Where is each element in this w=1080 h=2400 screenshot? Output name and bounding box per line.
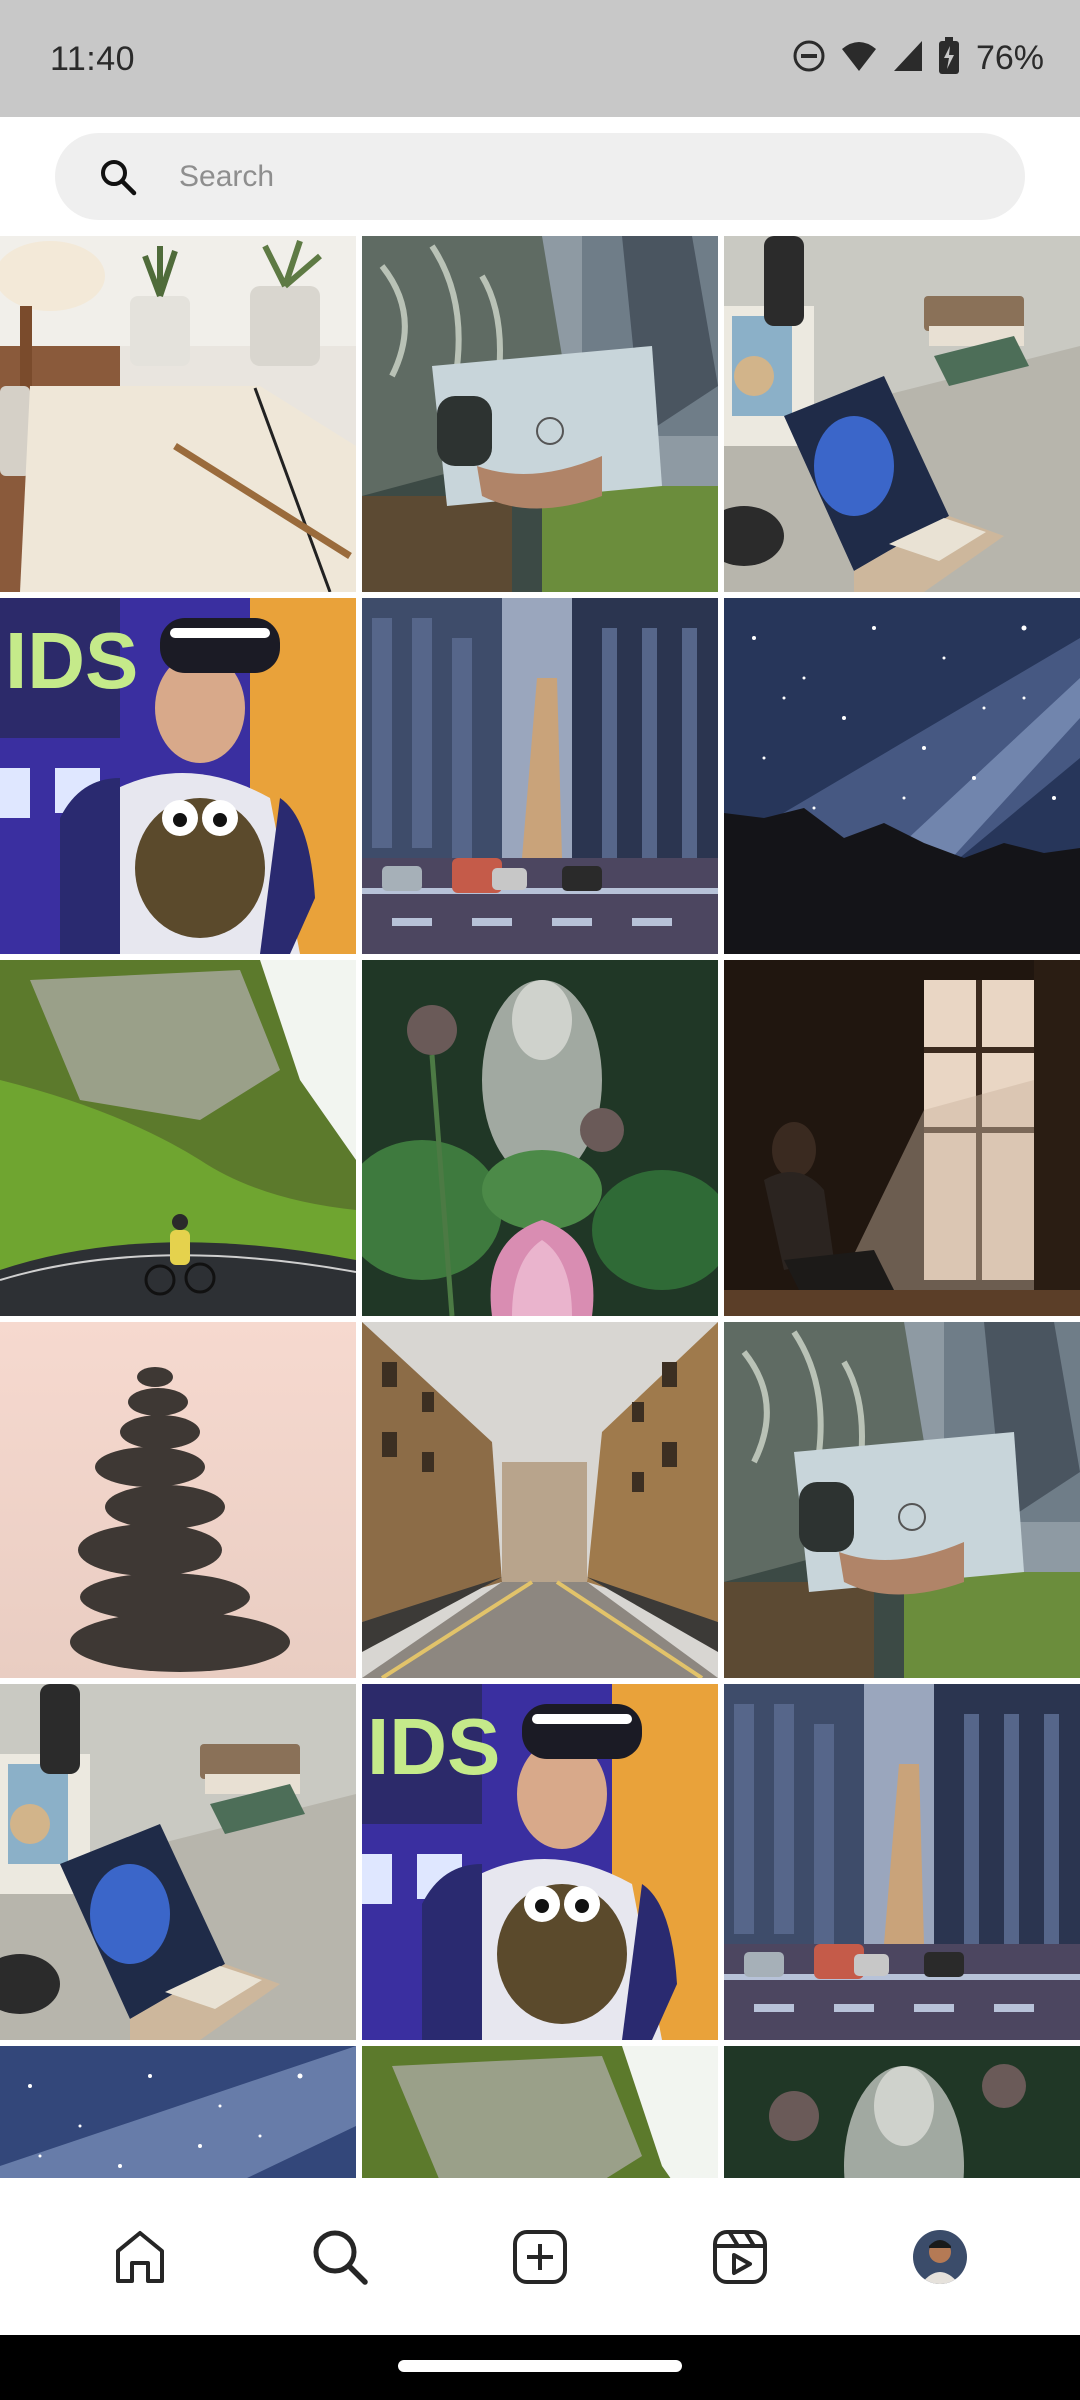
bottom-navigation [0, 2178, 1080, 2335]
photo-vr-headset: IDS [362, 1684, 718, 2040]
grid-tile[interactable] [724, 2046, 1080, 2178]
photo-buddha-lotus [724, 2046, 1080, 2178]
photo-notebook [0, 236, 356, 592]
svg-text:IDS: IDS [367, 1702, 500, 1791]
photo-dell-laptop [362, 236, 718, 592]
home-icon [116, 2230, 164, 2283]
grid-tile[interactable] [0, 236, 356, 592]
grid-tile[interactable] [362, 960, 718, 1316]
cellular-signal-icon [892, 39, 924, 78]
grid-tile[interactable] [362, 1322, 718, 1678]
status-time: 11:40 [50, 40, 136, 78]
search-input[interactable] [179, 159, 959, 194]
photo-vr-headset: IDS [0, 598, 356, 954]
svg-text:IDS: IDS [5, 616, 138, 705]
grid-tile[interactable] [724, 598, 1080, 954]
grid-tile[interactable] [724, 960, 1080, 1316]
photo-milky-way [0, 2046, 356, 2178]
battery-percent: 76% [975, 38, 1044, 77]
grid-tile[interactable] [362, 236, 718, 592]
grid-tile[interactable] [724, 1684, 1080, 2040]
photo-green-cliffs [362, 2046, 718, 2178]
create-post-icon [513, 2229, 567, 2284]
grid-tile[interactable] [362, 598, 718, 954]
nav-search[interactable] [300, 2217, 380, 2297]
profile-avatar [913, 2229, 967, 2284]
nav-create[interactable] [500, 2217, 580, 2297]
battery-charging-icon [938, 36, 960, 80]
grid-tile[interactable] [724, 1322, 1080, 1678]
status-bar: 11:40 76% [0, 0, 1080, 117]
home-gesture-handle[interactable] [398, 2360, 682, 2372]
grid-tile[interactable] [724, 236, 1080, 592]
search-icon [313, 2230, 368, 2285]
photo-buddha-lotus [362, 960, 718, 1316]
system-gesture-bar [0, 2335, 1080, 2400]
grid-tile[interactable]: IDS [0, 598, 356, 954]
nav-home[interactable] [100, 2217, 180, 2297]
grid-tile[interactable]: IDS [362, 1684, 718, 2040]
nav-profile[interactable] [900, 2217, 980, 2297]
wifi-icon [840, 39, 878, 78]
photo-laptop-desk [0, 1684, 356, 2040]
status-icons: 76% [792, 36, 1044, 80]
photo-dell-laptop [724, 1322, 1080, 1678]
explore-grid: IDS IDS [0, 236, 1080, 2178]
grid-tile[interactable] [0, 960, 356, 1316]
nav-reels[interactable] [700, 2217, 780, 2297]
photo-milky-way [724, 598, 1080, 954]
search-icon [99, 158, 137, 196]
grid-tile[interactable] [0, 1322, 356, 1678]
grid-tile[interactable] [0, 2046, 356, 2178]
photo-woman-window [724, 960, 1080, 1316]
search-bar[interactable] [55, 133, 1025, 220]
photo-city-street [724, 1684, 1080, 2040]
grid-tile[interactable] [0, 1684, 356, 2040]
photo-cobblestone-street [362, 1322, 718, 1678]
grid-tile[interactable] [362, 2046, 718, 2178]
do-not-disturb-icon [792, 39, 826, 78]
photo-city-street [362, 598, 718, 954]
search-area [0, 117, 1080, 236]
photo-laptop-desk [724, 236, 1080, 592]
reels-icon [713, 2229, 767, 2284]
photo-stone-cairn [0, 1322, 356, 1678]
photo-cyclist-cliffs [0, 960, 356, 1316]
